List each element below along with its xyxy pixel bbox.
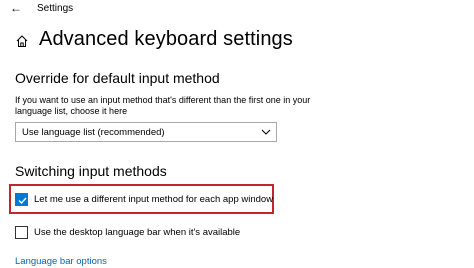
app-title: Settings bbox=[37, 3, 74, 14]
input-method-select[interactable]: Use language list (recommended) bbox=[15, 122, 277, 142]
select-value: Use language list (recommended) bbox=[22, 127, 165, 138]
title-bar: ← Settings bbox=[0, 0, 474, 17]
back-arrow-icon: ← bbox=[10, 1, 22, 15]
chevron-down-icon bbox=[261, 129, 271, 135]
switching-section-heading: Switching input methods bbox=[15, 163, 167, 179]
home-icon[interactable] bbox=[15, 34, 29, 48]
desktop-language-bar-checkbox[interactable] bbox=[15, 226, 28, 239]
override-section-heading: Override for default input method bbox=[15, 70, 220, 86]
checkmark-icon bbox=[18, 197, 27, 205]
per-app-input-checkbox[interactable] bbox=[15, 193, 28, 206]
per-app-input-label[interactable]: Let me use a different input method for … bbox=[34, 194, 273, 205]
page-title: Advanced keyboard settings bbox=[39, 28, 293, 50]
back-button[interactable]: ← bbox=[8, 1, 24, 15]
override-description: If you want to use an input method that'… bbox=[15, 95, 311, 116]
language-bar-options-link[interactable]: Language bar options bbox=[15, 256, 107, 267]
desktop-language-bar-label[interactable]: Use the desktop language bar when it's a… bbox=[34, 227, 240, 238]
